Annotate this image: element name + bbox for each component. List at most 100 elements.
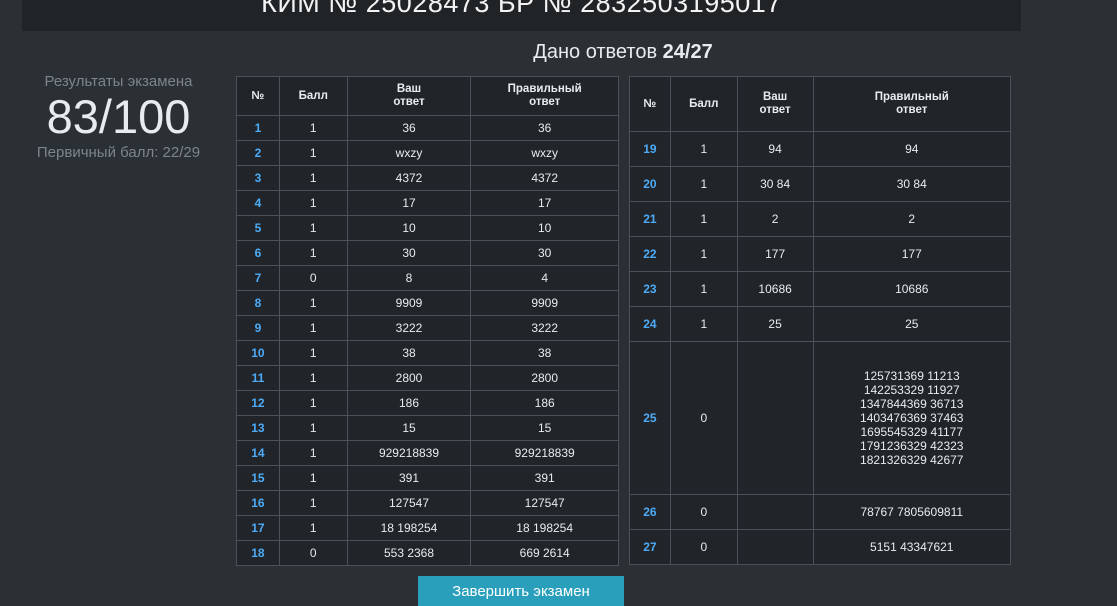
header-score: Балл (669, 76, 738, 132)
task-number: 15 (236, 465, 280, 491)
your-answer: 18 198254 (346, 515, 472, 541)
results-panel: Результаты экзамена 83/100 Первичный бал… (22, 72, 215, 161)
task-number: 6 (236, 240, 280, 266)
your-answer: 30 84 (736, 166, 814, 202)
primary-score: Первичный балл: 22/29 (36, 144, 201, 161)
task-number: 14 (236, 440, 280, 466)
task-number: 11 (236, 365, 280, 391)
table-row: 20 1 30 84 30 84 (629, 166, 1012, 202)
table-row: 7084 (236, 265, 619, 291)
table-row: 1 1 36 36 (236, 115, 619, 141)
task-number: 18 (236, 540, 280, 566)
correct-answer: 391 (470, 465, 619, 491)
task-score: 1 (669, 201, 738, 237)
correct-answer: wxzy (470, 140, 619, 166)
table-row: 12 1 186 186 (236, 390, 619, 416)
table-row: 26 0 78767 7805609811 (629, 494, 1012, 530)
task-score: 1 (669, 166, 738, 202)
table-row: 8 1 9909 9909 (236, 290, 619, 316)
task-number: 3 (236, 165, 280, 191)
header-score: Балл (278, 76, 348, 116)
header-your-answer: Ваш ответ (346, 76, 472, 116)
task-score: 1 (278, 340, 348, 366)
correct-answer: 186 (470, 390, 619, 416)
table-row: 15 1 391 391 (236, 465, 619, 491)
task-score: 0 (669, 494, 738, 530)
correct-answer: 3222 (470, 315, 619, 341)
your-answer: 36 (346, 115, 472, 141)
table-row: 14 1 929218839 929218839 (236, 440, 619, 466)
table-row: 4 1 17 17 (236, 190, 619, 216)
your-answer: 10686 (736, 271, 814, 307)
your-answer: 2800 (346, 365, 472, 391)
your-answer: 186 (346, 390, 472, 416)
correct-answer: 94 (812, 131, 1012, 167)
table-row: 11 1 2800 2800 (236, 365, 619, 391)
header-num: № (236, 76, 280, 116)
finish-exam-button[interactable]: Завершить экзамен (418, 576, 624, 606)
table-row: 24 1 25 25 (629, 306, 1012, 342)
results-label: Результаты экзамена (44, 73, 193, 90)
task-number: 22 (629, 236, 671, 272)
your-answer: 391 (346, 465, 472, 491)
task-score: 1 (669, 131, 738, 167)
task-number: 26 (629, 494, 671, 530)
your-answer (736, 341, 814, 495)
task-number: 21 (629, 201, 671, 237)
task-score: 1 (669, 271, 738, 307)
task-score: 1 (669, 306, 738, 342)
task-score: 1 (278, 240, 348, 266)
your-answer: 8 (346, 265, 472, 291)
task-number: 20 (629, 166, 671, 202)
table-row: 21 1 2 2 (629, 201, 1012, 237)
task-number: 17 (236, 515, 280, 541)
your-answer: 553 2368 (346, 540, 472, 566)
answers-table-left: № Балл Ваш ответ Правильный ответ 1 1 36 36 2 1… (236, 76, 619, 566)
task-score: 1 (278, 490, 348, 516)
correct-answer: 30 84 (812, 166, 1012, 202)
task-number: 1 (236, 115, 280, 141)
your-answer: 15 (346, 415, 472, 441)
table-header-row: № Балл Ваш ответ Правильный ответ (236, 76, 619, 116)
task-number: 10 (236, 340, 280, 366)
correct-answer: 9909 (470, 290, 619, 316)
correct-answer: 4372 (470, 165, 619, 191)
table-row: 10 1 38 38 (236, 340, 619, 366)
table-row: 18 0 553 2368 669 2614 (236, 540, 619, 566)
task-number: 24 (629, 306, 671, 342)
your-answer: 9909 (346, 290, 472, 316)
your-answer: 4372 (346, 165, 472, 191)
correct-answer: 5151 43347621 (812, 529, 1012, 565)
your-answer (736, 529, 814, 565)
task-number: 8 (236, 290, 280, 316)
your-answer (736, 494, 814, 530)
correct-answer: 17 (470, 190, 619, 216)
correct-answer: 36 (470, 115, 619, 141)
task-score: 0 (278, 265, 348, 291)
your-answer: 177 (736, 236, 814, 272)
task-score: 1 (278, 390, 348, 416)
task-number: 23 (629, 271, 671, 307)
header-bar: КИМ № 25028473 БР № 2832503195017 (22, 0, 1021, 31)
task-score: 1 (278, 290, 348, 316)
table-row: 3 1 4372 4372 (236, 165, 619, 191)
table-row: 13 1 15 15 (236, 415, 619, 441)
header-correct-answer: Правильный ответ (470, 76, 619, 116)
task-number: 5 (236, 215, 280, 241)
task-score: 1 (278, 440, 348, 466)
correct-answer: 25 (812, 306, 1012, 342)
correct-answer: 18 198254 (470, 515, 619, 541)
correct-answer: 2 (812, 201, 1012, 237)
header-correct-answer: Правильный ответ (812, 76, 1012, 132)
correct-answer: 669 2614 (470, 540, 619, 566)
task-score: 0 (669, 529, 738, 565)
correct-answer: 4 (470, 265, 619, 291)
your-answer: 929218839 (346, 440, 472, 466)
correct-answer: 10 (470, 215, 619, 241)
answers-table-right: № Балл Ваш ответ Правильный ответ 19 1 94 94 2… (629, 76, 1012, 565)
correct-answer: 38 (470, 340, 619, 366)
results-score: 83/100 (46, 90, 191, 143)
your-answer: 17 (346, 190, 472, 216)
correct-answer: 125731369 11213 142253329 11927 1347844369… (812, 341, 1012, 495)
table-row: 25 0 125731369 11213 142253329 11927 1347844… (629, 341, 1012, 495)
